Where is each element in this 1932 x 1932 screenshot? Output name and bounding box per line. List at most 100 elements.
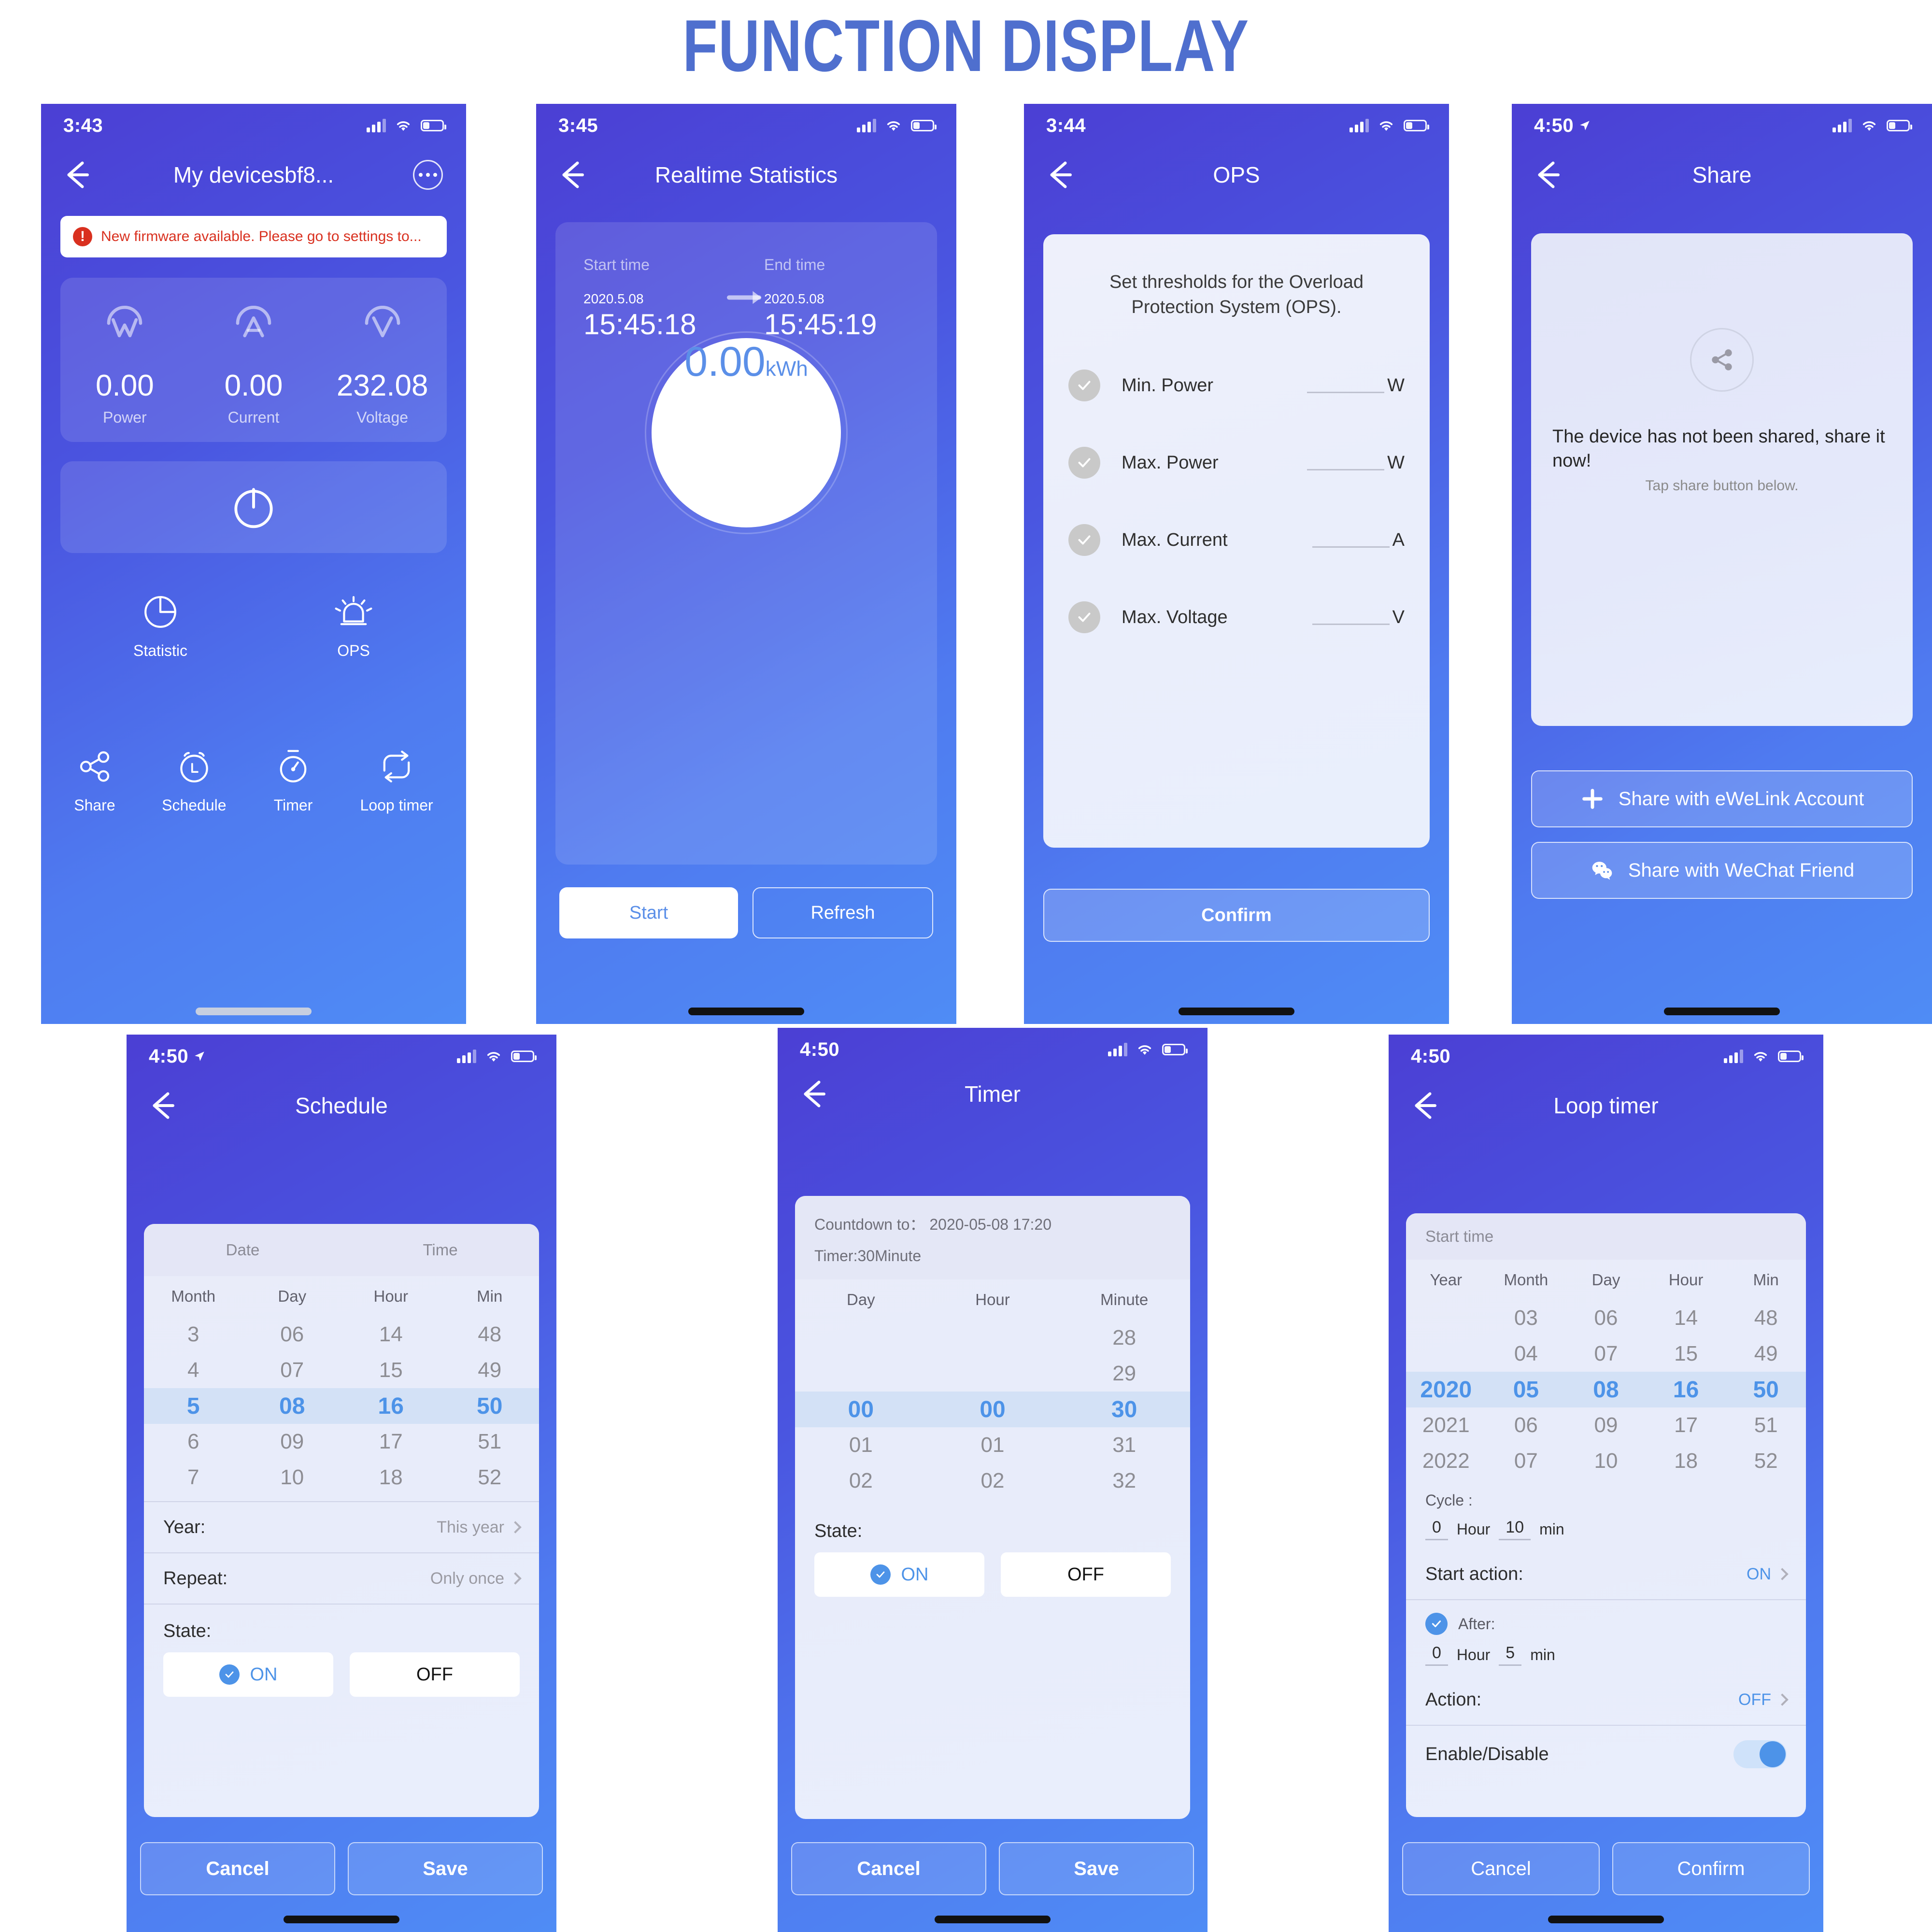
shortcut-statistic[interactable]: Statistic [133,592,187,660]
picker-row[interactable]: 3 06 14 48 [144,1317,539,1352]
state-on-option[interactable]: ON [163,1652,333,1697]
check-circle-icon[interactable] [1425,1613,1448,1635]
ops-row-max-current[interactable]: Max. Current A [1043,501,1430,579]
ops-value-input[interactable]: W [1307,454,1405,472]
enable-disable-row[interactable]: Enable/Disable [1406,1726,1806,1783]
column-header-hour: Hour [1668,1271,1704,1289]
enable-disable-toggle[interactable] [1733,1740,1787,1768]
picker-row[interactable]: 2022 07 10 18 52 [1406,1443,1806,1479]
check-circle-icon[interactable] [1068,524,1100,556]
back-arrow-icon[interactable] [555,158,589,192]
save-button[interactable]: Save [999,1842,1194,1895]
year-row[interactable]: Year: This year [144,1502,539,1553]
start-button[interactable]: Start [559,887,738,938]
confirm-button[interactable]: Confirm [1043,889,1430,942]
picker-row[interactable]: 6 09 17 51 [144,1424,539,1460]
confirm-button[interactable]: Confirm [1612,1842,1810,1895]
siren-icon [335,596,372,625]
check-circle-icon [219,1664,240,1685]
chevron-right-icon [1776,1693,1789,1706]
refresh-button[interactable]: Refresh [753,887,933,938]
share-wechat-button[interactable]: Share with WeChat Friend [1531,842,1913,899]
picker-row[interactable]: 01 01 31 [795,1427,1190,1463]
share-ewelink-button[interactable]: Share with eWeLink Account [1531,770,1913,827]
shortcut-schedule[interactable]: Schedule [162,746,227,814]
cell-year: 2022 [1422,1449,1470,1473]
power-toggle-card[interactable] [60,461,447,553]
status-icons [857,118,937,133]
back-arrow-icon[interactable] [797,1077,831,1111]
start-action-value: ON [1747,1564,1771,1583]
cancel-button[interactable]: Cancel [791,1842,986,1895]
picker-wheel[interactable]: 3 06 14 48 4 07 15 49 5 08 16 50 6 09 17… [144,1317,539,1495]
back-arrow-icon[interactable] [146,1089,180,1122]
ops-sheet: Set thresholds for the Overload Protecti… [1043,234,1430,848]
picker-row[interactable]: 03 06 14 48 [1406,1300,1806,1336]
picker-row-selected[interactable]: 5 08 16 50 [144,1388,539,1424]
cycle-min-input[interactable]: 10 [1499,1518,1531,1540]
back-arrow-icon[interactable] [60,158,94,192]
cell-min: 50 [1753,1377,1779,1403]
picker-row[interactable]: 2021 06 09 17 51 [1406,1407,1806,1443]
status-bar: 4:50 [778,1028,1208,1071]
back-arrow-icon[interactable] [1531,158,1565,192]
picker-row[interactable]: 29 [795,1356,1190,1392]
shortcut-timer[interactable]: Timer [273,746,313,814]
ops-row-max-power[interactable]: Max. Power W [1043,424,1430,501]
shortcut-share[interactable]: Share [74,746,115,814]
picker-row[interactable]: 28 [795,1320,1190,1356]
repeat-row[interactable]: Repeat: Only once [144,1553,539,1605]
location-arrow-icon [1580,121,1590,130]
start-action-row[interactable]: Start action: ON [1406,1549,1806,1600]
after-row[interactable]: After: [1406,1600,1806,1635]
nav-bar: Realtime Statistics [536,148,956,201]
picker-row-selected[interactable]: 2020 05 08 16 50 [1406,1372,1806,1407]
start-action-label: Start action: [1425,1563,1523,1584]
ops-unit: W [1387,375,1405,396]
end-time-block[interactable]: End time 2020.5.08 15:45:19 [764,256,909,341]
check-circle-icon[interactable] [1068,369,1100,402]
schedule-sheet: Date Time Month Day Hour Min 3 06 14 48 … [144,1224,539,1817]
cancel-button[interactable]: Cancel [140,1842,335,1895]
action-row[interactable]: Action: OFF [1406,1675,1806,1726]
picker-row[interactable]: 04 07 15 49 [1406,1336,1806,1372]
shortcut-loop-timer[interactable]: Loop timer [360,746,433,814]
start-time-block[interactable]: Start time 2020.5.08 15:45:18 [583,256,728,341]
status-icons [457,1049,537,1064]
ops-value-input[interactable]: A [1312,531,1405,549]
battery-icon [421,120,446,131]
ops-value-input[interactable]: W [1307,375,1405,396]
check-circle-icon[interactable] [1068,447,1100,479]
signal-icon [1724,1050,1743,1063]
ops-row-max-voltage[interactable]: Max. Voltage V [1043,579,1430,656]
picker-row[interactable]: 02 02 32 [795,1463,1190,1499]
picker-wheel[interactable]: 03 06 14 48 04 07 15 49 2020 05 08 16 50… [1406,1300,1806,1479]
after-hour-input[interactable]: 0 [1425,1644,1448,1666]
picker-row-selected[interactable]: 00 00 30 [795,1392,1190,1427]
ops-row-min-power[interactable]: Min. Power W [1043,347,1430,424]
state-off-option[interactable]: OFF [1001,1552,1171,1597]
more-options-button[interactable] [413,160,443,190]
cell-day: 08 [1593,1377,1619,1403]
wifi-icon [1138,1045,1151,1055]
picker-row[interactable]: 4 07 15 49 [144,1352,539,1388]
save-button[interactable]: Save [348,1842,543,1895]
timer-actions: Cancel Save [791,1842,1194,1895]
countdown-summary: Countdown to： 2020-05-08 17:20 Timer:30M… [795,1196,1190,1279]
ops-value-input[interactable]: V [1312,608,1405,626]
back-arrow-icon[interactable] [1408,1089,1442,1122]
cell-month: 6 [187,1430,199,1453]
state-on-option[interactable]: ON [814,1552,984,1597]
cycle-hour-input[interactable]: 0 [1425,1518,1448,1540]
after-min-input[interactable]: 5 [1499,1644,1522,1666]
firmware-banner[interactable]: ! New firmware available. Please go to s… [60,216,447,257]
picker-wheel[interactable]: 28 29 00 00 30 01 01 31 02 02 32 [795,1320,1190,1499]
column-header-month: Month [1504,1271,1548,1289]
back-arrow-icon[interactable] [1043,158,1077,192]
state-off-option[interactable]: OFF [350,1652,520,1697]
status-bar: 4:50 [127,1035,556,1078]
check-circle-icon[interactable] [1068,601,1100,634]
picker-row[interactable]: 7 10 18 52 [144,1460,539,1495]
cancel-button[interactable]: Cancel [1402,1842,1600,1895]
shortcut-ops[interactable]: OPS [333,592,374,660]
